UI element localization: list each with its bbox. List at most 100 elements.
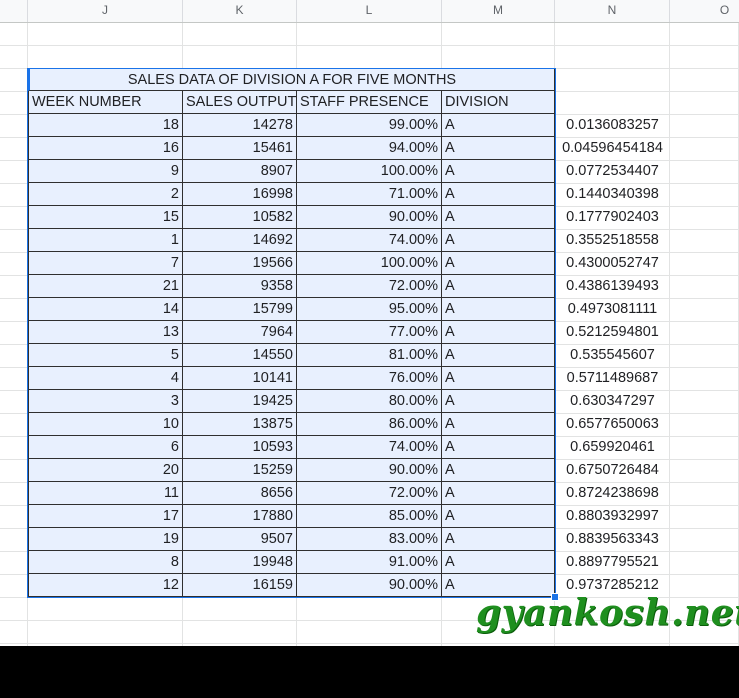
column-header-j[interactable]: J [28,0,183,22]
random-value-cell[interactable]: 0.04596454184 [555,137,670,160]
random-value-cell[interactable]: 0.1440340398 [555,183,670,206]
sales-output-cell[interactable]: 9358 [183,275,297,298]
staff-presence-cell[interactable]: 99.00% [297,114,442,137]
week-number-cell[interactable]: 19 [28,528,183,551]
random-value-cell[interactable]: 0.8803932997 [555,505,670,528]
week-number-cell[interactable]: 14 [28,298,183,321]
week-number-cell[interactable]: 9 [28,160,183,183]
staff-presence-cell[interactable]: 83.00% [297,528,442,551]
staff-presence-cell[interactable]: 72.00% [297,482,442,505]
random-value-cell[interactable]: 0.1777902403 [555,206,670,229]
sales-output-cell[interactable]: 15461 [183,137,297,160]
sales-output-cell[interactable]: 14550 [183,344,297,367]
random-value-cell[interactable]: 0.0136083257 [555,114,670,137]
random-value-cell[interactable]: 0.4300052747 [555,252,670,275]
staff-presence-cell[interactable]: 71.00% [297,183,442,206]
sales-output-cell[interactable]: 13875 [183,413,297,436]
week-number-cell[interactable]: 13 [28,321,183,344]
division-cell[interactable]: A [442,183,555,206]
week-number-header[interactable]: WEEK NUMBER [28,91,183,114]
sales-output-cell[interactable]: 17880 [183,505,297,528]
sales-output-cell[interactable]: 8907 [183,160,297,183]
random-value-cell[interactable]: 0.6750726484 [555,459,670,482]
division-cell[interactable]: A [442,413,555,436]
week-number-cell[interactable]: 11 [28,482,183,505]
week-number-cell[interactable]: 16 [28,137,183,160]
division-cell[interactable]: A [442,160,555,183]
staff-presence-cell[interactable]: 90.00% [297,206,442,229]
division-cell[interactable]: A [442,482,555,505]
week-number-cell[interactable]: 6 [28,436,183,459]
random-value-cell[interactable]: 0.0772534407 [555,160,670,183]
division-cell[interactable]: A [442,367,555,390]
sales-output-header[interactable]: SALES OUTPUT [183,91,297,114]
sales-output-cell[interactable]: 10593 [183,436,297,459]
division-cell[interactable]: A [442,137,555,160]
week-number-cell[interactable]: 17 [28,505,183,528]
sales-output-cell[interactable]: 19566 [183,252,297,275]
random-value-cell[interactable]: 0.6577650063 [555,413,670,436]
week-number-cell[interactable]: 1 [28,229,183,252]
staff-presence-cell[interactable]: 74.00% [297,436,442,459]
staff-presence-cell[interactable]: 100.00% [297,160,442,183]
week-number-cell[interactable]: 2 [28,183,183,206]
column-header-m[interactable]: M [442,0,555,22]
column-header-n[interactable]: N [555,0,670,22]
staff-presence-header[interactable]: STAFF PRESENCE [297,91,442,114]
random-value-cell[interactable]: 0.5212594801 [555,321,670,344]
sales-output-cell[interactable]: 10141 [183,367,297,390]
sales-output-cell[interactable]: 14692 [183,229,297,252]
division-header[interactable]: DIVISION [442,91,555,114]
sales-output-cell[interactable]: 14278 [183,114,297,137]
division-cell[interactable]: A [442,275,555,298]
column-header-l[interactable]: L [297,0,442,22]
week-number-cell[interactable]: 3 [28,390,183,413]
random-value-cell[interactable]: 0.8724238698 [555,482,670,505]
staff-presence-cell[interactable]: 80.00% [297,390,442,413]
random-value-cell[interactable]: 0.5711489687 [555,367,670,390]
week-number-cell[interactable]: 10 [28,413,183,436]
week-number-cell[interactable]: 21 [28,275,183,298]
sales-output-cell[interactable]: 15799 [183,298,297,321]
staff-presence-cell[interactable]: 77.00% [297,321,442,344]
staff-presence-cell[interactable]: 90.00% [297,459,442,482]
division-cell[interactable]: A [442,206,555,229]
sales-output-cell[interactable]: 9507 [183,528,297,551]
division-cell[interactable]: A [442,344,555,367]
division-cell[interactable]: A [442,298,555,321]
random-value-cell[interactable]: 0.8897795521 [555,551,670,574]
staff-presence-cell[interactable]: 91.00% [297,551,442,574]
staff-presence-cell[interactable]: 90.00% [297,574,442,597]
random-value-cell[interactable]: 0.659920461 [555,436,670,459]
division-cell[interactable]: A [442,551,555,574]
column-header-k[interactable]: K [183,0,297,22]
week-number-cell[interactable]: 8 [28,551,183,574]
sales-output-cell[interactable]: 19425 [183,390,297,413]
division-cell[interactable]: A [442,114,555,137]
division-cell[interactable]: A [442,459,555,482]
random-value-cell[interactable]: 0.4973081111 [555,298,670,321]
week-number-cell[interactable]: 12 [28,574,183,597]
random-value-cell[interactable]: 0.535545607 [555,344,670,367]
staff-presence-cell[interactable]: 85.00% [297,505,442,528]
sales-output-cell[interactable]: 16159 [183,574,297,597]
staff-presence-cell[interactable]: 81.00% [297,344,442,367]
division-cell[interactable]: A [442,321,555,344]
week-number-cell[interactable]: 20 [28,459,183,482]
staff-presence-cell[interactable]: 94.00% [297,137,442,160]
column-header-o[interactable]: O [670,0,739,22]
sales-output-cell[interactable]: 10582 [183,206,297,229]
week-number-cell[interactable]: 7 [28,252,183,275]
staff-presence-cell[interactable]: 72.00% [297,275,442,298]
division-cell[interactable]: A [442,528,555,551]
random-value-cell[interactable]: 0.4386139493 [555,275,670,298]
random-value-cell[interactable]: 0.8839563343 [555,528,670,551]
staff-presence-cell[interactable]: 86.00% [297,413,442,436]
division-cell[interactable]: A [442,505,555,528]
staff-presence-cell[interactable]: 74.00% [297,229,442,252]
staff-presence-cell[interactable]: 95.00% [297,298,442,321]
random-value-cell[interactable]: 0.630347297 [555,390,670,413]
staff-presence-cell[interactable]: 76.00% [297,367,442,390]
sales-output-cell[interactable]: 15259 [183,459,297,482]
week-number-cell[interactable]: 4 [28,367,183,390]
